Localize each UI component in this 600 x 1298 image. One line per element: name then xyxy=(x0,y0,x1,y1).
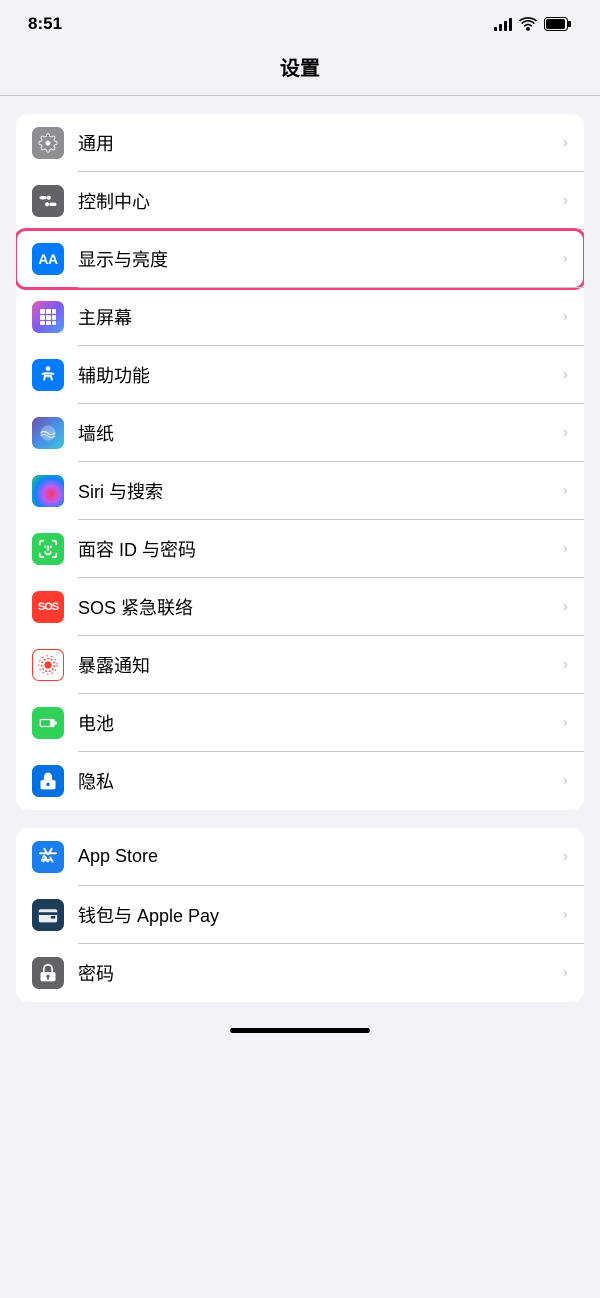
chevron-icon: › xyxy=(563,250,568,268)
face-id-label: 面容 ID 与密码 xyxy=(78,536,557,562)
face-id-icon xyxy=(32,533,64,565)
settings-item-display[interactable]: AA 显示与亮度 › xyxy=(16,230,584,288)
chevron-icon: › xyxy=(563,134,568,152)
chevron-icon: › xyxy=(563,482,568,500)
settings-item-wallpaper[interactable]: 墙纸 › xyxy=(16,404,584,462)
general-label: 通用 xyxy=(78,130,557,156)
page-title-bar: 设置 xyxy=(0,44,600,95)
page-title: 设置 xyxy=(280,58,320,80)
siri-label: Siri 与搜索 xyxy=(78,478,557,504)
chevron-icon: › xyxy=(563,308,568,326)
settings-item-app-store[interactable]: A App Store › xyxy=(16,828,584,886)
settings-item-battery[interactable]: 电池 › xyxy=(16,694,584,752)
settings-item-face-id[interactable]: 面容 ID 与密码 › xyxy=(16,520,584,578)
grid-icon xyxy=(32,301,64,333)
exposure-label: 暴露通知 xyxy=(78,652,557,678)
settings-item-home-screen[interactable]: 主屏幕 › xyxy=(16,288,584,346)
display-label: 显示与亮度 xyxy=(78,246,557,272)
accessibility-icon xyxy=(32,359,64,391)
wallet-label: 钱包与 Apple Pay xyxy=(78,902,557,928)
chevron-icon: › xyxy=(563,598,568,616)
appstore-icon: A xyxy=(32,841,64,873)
privacy-label: 隐私 xyxy=(78,768,557,794)
status-time: 8:51 xyxy=(28,14,62,34)
privacy-icon xyxy=(32,765,64,797)
chevron-icon: › xyxy=(563,906,568,924)
home-indicator-bar xyxy=(230,1028,370,1033)
chevron-icon: › xyxy=(563,366,568,384)
wallpaper-label: 墙纸 xyxy=(78,420,557,446)
settings-item-privacy[interactable]: 隐私 › xyxy=(16,752,584,810)
password-label: 密码 xyxy=(78,960,557,986)
gear-icon xyxy=(32,127,64,159)
chevron-icon: › xyxy=(563,848,568,866)
signal-icon xyxy=(494,17,512,31)
chevron-icon: › xyxy=(563,714,568,732)
settings-item-general[interactable]: 通用 › xyxy=(16,114,584,172)
status-icons xyxy=(494,17,572,31)
settings-group-1: 通用 › 控制中心 › AA 显示与亮度 › xyxy=(16,114,584,810)
home-indicator xyxy=(0,1020,600,1039)
sos-label: SOS 紧急联络 xyxy=(78,594,557,620)
settings-item-accessibility[interactable]: 辅助功能 › xyxy=(16,346,584,404)
control-center-label: 控制中心 xyxy=(78,188,557,214)
settings-item-exposure[interactable]: 暴露通知 › xyxy=(16,636,584,694)
siri-icon xyxy=(32,475,64,507)
status-bar: 8:51 xyxy=(0,0,600,44)
exposure-icon xyxy=(32,649,64,681)
wallet-icon xyxy=(32,899,64,931)
app-store-label: App Store xyxy=(78,846,557,867)
chevron-icon: › xyxy=(563,656,568,674)
chevron-icon: › xyxy=(563,540,568,558)
chevron-icon: › xyxy=(563,424,568,442)
battery-label: 电池 xyxy=(78,710,557,736)
settings-item-control-center[interactable]: 控制中心 › xyxy=(16,172,584,230)
aa-icon: AA xyxy=(32,243,64,275)
settings-item-sos[interactable]: SOS SOS 紧急联络 › xyxy=(16,578,584,636)
settings-item-password[interactable]: 密码 › xyxy=(16,944,584,1002)
settings-item-wallet[interactable]: 钱包与 Apple Pay › xyxy=(16,886,584,944)
accessibility-label: 辅助功能 xyxy=(78,362,557,388)
chevron-icon: › xyxy=(563,192,568,210)
home-screen-label: 主屏幕 xyxy=(78,304,557,330)
battery-icon xyxy=(32,707,64,739)
password-icon xyxy=(32,957,64,989)
wallpaper-icon xyxy=(32,417,64,449)
settings-group-2: A App Store › 钱包与 Apple Pay › xyxy=(16,828,584,1002)
top-divider xyxy=(0,95,600,96)
chevron-icon: › xyxy=(563,772,568,790)
sos-icon: SOS xyxy=(32,591,64,623)
toggle-icon xyxy=(32,185,64,217)
chevron-icon: › xyxy=(563,964,568,982)
wifi-icon xyxy=(519,17,537,31)
battery-status-icon xyxy=(544,17,572,31)
settings-item-siri[interactable]: Siri 与搜索 › xyxy=(16,462,584,520)
